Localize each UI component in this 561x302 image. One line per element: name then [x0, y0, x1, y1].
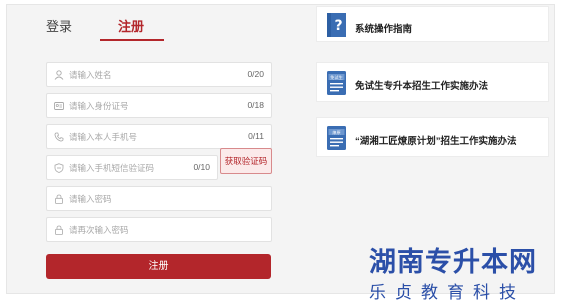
watermark-subtitle: 乐贞教育科技 [369, 283, 525, 302]
phone-char-count: 0/11 [248, 131, 264, 141]
id-number-placeholder: 请输入身份证号 [69, 101, 129, 111]
id-number-field[interactable]: 请输入身份证号 0/18 [46, 93, 272, 118]
tab-login[interactable]: 登录 [46, 16, 72, 35]
id-number-char-count: 0/18 [247, 100, 264, 110]
doc-icon: 免试生 [327, 71, 346, 95]
password-confirm-field[interactable]: 请再次输入密码 [46, 217, 272, 242]
watermark: 湖南专升本网 乐贞教育科技 [365, 240, 561, 302]
password-placeholder: 请输入密码 [69, 194, 112, 204]
panel-exam-free-policy[interactable]: 免试生 免试生专升本招生工作实施办法 [316, 62, 549, 102]
doc-icon-label: 免试生 [330, 74, 343, 81]
panel-title: 免试生专升本招生工作实施办法 [355, 81, 489, 92]
doc-icon: 燎原 [327, 126, 346, 150]
shield-icon [54, 163, 64, 173]
panel-title: “湖湘工匠燎原计划”招生工作实施办法 [355, 136, 517, 147]
user-icon [54, 70, 64, 80]
auth-tabs: 登录 注册 [30, 8, 286, 46]
svg-text:?: ? [334, 18, 342, 34]
tab-register[interactable]: 注册 [118, 16, 144, 35]
doc-icon-label: 燎原 [332, 129, 340, 135]
lock-icon [55, 194, 63, 204]
name-field[interactable]: 请输入姓名 0/20 [46, 62, 272, 87]
active-tab-indicator [100, 39, 164, 41]
sms-code-char-count: 0/10 [193, 162, 210, 172]
panel-operation-guide[interactable]: ? 系统操作指南 [316, 6, 549, 42]
password-field[interactable]: 请输入密码 [46, 186, 272, 211]
lock-icon [55, 225, 63, 235]
phone-placeholder: 请输入本人手机号 [69, 132, 138, 142]
phone-field[interactable]: 请输入本人手机号 0/11 [46, 124, 272, 149]
id-card-icon [54, 102, 64, 110]
panel-title: 系统操作指南 [355, 24, 413, 35]
get-code-button[interactable]: 获取验证码 [220, 148, 272, 174]
sms-code-field[interactable]: 请输入手机短信验证码 0/10 [46, 155, 218, 180]
watermark-title: 湖南专升本网 [369, 247, 537, 278]
name-char-count: 0/20 [247, 69, 264, 79]
password-confirm-placeholder: 请再次输入密码 [69, 225, 129, 235]
name-placeholder: 请输入姓名 [69, 70, 112, 80]
phone-icon [54, 132, 64, 142]
sms-code-placeholder: 请输入手机短信验证码 [69, 163, 155, 173]
register-submit-button[interactable]: 注册 [46, 254, 271, 279]
panel-craftsman-policy[interactable]: 燎原 “湖湘工匠燎原计划”招生工作实施办法 [316, 117, 549, 157]
help-doc-icon: ? [327, 13, 346, 37]
